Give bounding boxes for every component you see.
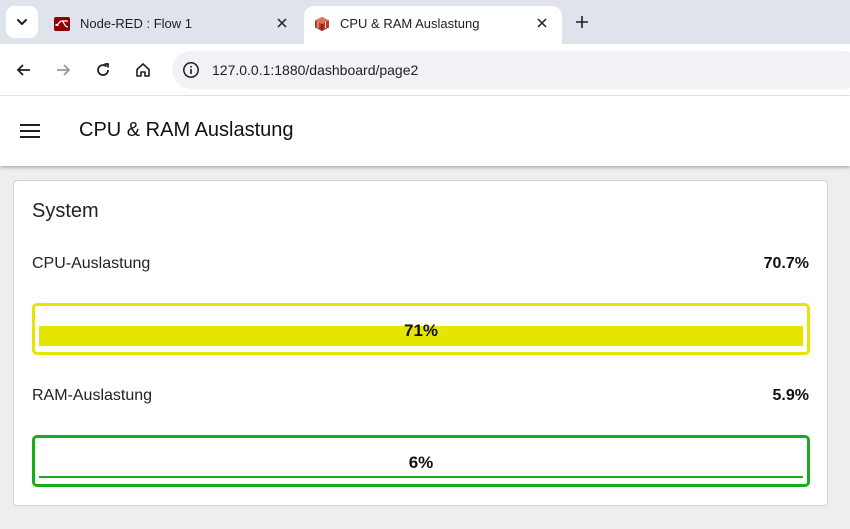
dashboard-header: CPU & RAM Auslastung (0, 96, 850, 166)
browser-tab-bar: Node-RED : Flow 1 CPU & RAM Auslastung (0, 0, 850, 44)
tab-title: Node-RED : Flow 1 (80, 16, 192, 31)
tab-search-button[interactable] (6, 6, 38, 38)
dashboard-cube-icon (314, 16, 330, 32)
node-red-icon (54, 16, 70, 32)
home-icon (136, 63, 150, 77)
new-tab-button[interactable] (570, 10, 594, 34)
forward-button[interactable] (51, 58, 75, 82)
reload-icon (97, 63, 109, 76)
arrow-left-icon (16, 64, 30, 76)
plus-icon (576, 16, 588, 28)
hamburger-menu-icon (20, 124, 40, 138)
system-group-card: System CPU-Auslastung 70.7% 71% RAM-Ausl… (13, 180, 828, 506)
tab-title: CPU & RAM Auslastung (340, 16, 480, 31)
cpu-gauge: 71% (32, 303, 810, 355)
tab-cpu-ram-dashboard[interactable]: CPU & RAM Auslastung (304, 6, 562, 44)
site-info-icon[interactable] (182, 61, 200, 79)
chevron-down-icon (17, 19, 27, 25)
browser-toolbar: 127.0.0.1:1880/dashboard/page2 (0, 44, 850, 96)
close-icon[interactable] (534, 15, 550, 31)
ram-gauge-text: 6% (408, 453, 434, 472)
tab-node-red-flow[interactable]: Node-RED : Flow 1 (44, 6, 302, 44)
close-icon[interactable] (274, 15, 290, 31)
address-bar[interactable]: 127.0.0.1:1880/dashboard/page2 (172, 51, 850, 89)
ram-gauge: 6% (32, 435, 810, 487)
group-title: System (32, 200, 99, 222)
back-button[interactable] (12, 58, 36, 82)
cpu-value: 70.7% (763, 255, 809, 272)
home-button[interactable] (131, 58, 155, 82)
cpu-gauge-text: 71% (403, 321, 439, 340)
page-title: CPU & RAM Auslastung (79, 119, 294, 141)
menu-button[interactable] (18, 120, 42, 142)
ram-label: RAM-Auslastung (32, 387, 153, 404)
url-text: 127.0.0.1:1880/dashboard/page2 (212, 62, 419, 78)
reload-button[interactable] (91, 58, 115, 82)
ram-value: 5.9% (772, 387, 809, 404)
cpu-label: CPU-Auslastung (32, 255, 151, 272)
arrow-right-icon (57, 64, 71, 76)
ram-gauge-fill (39, 476, 803, 478)
